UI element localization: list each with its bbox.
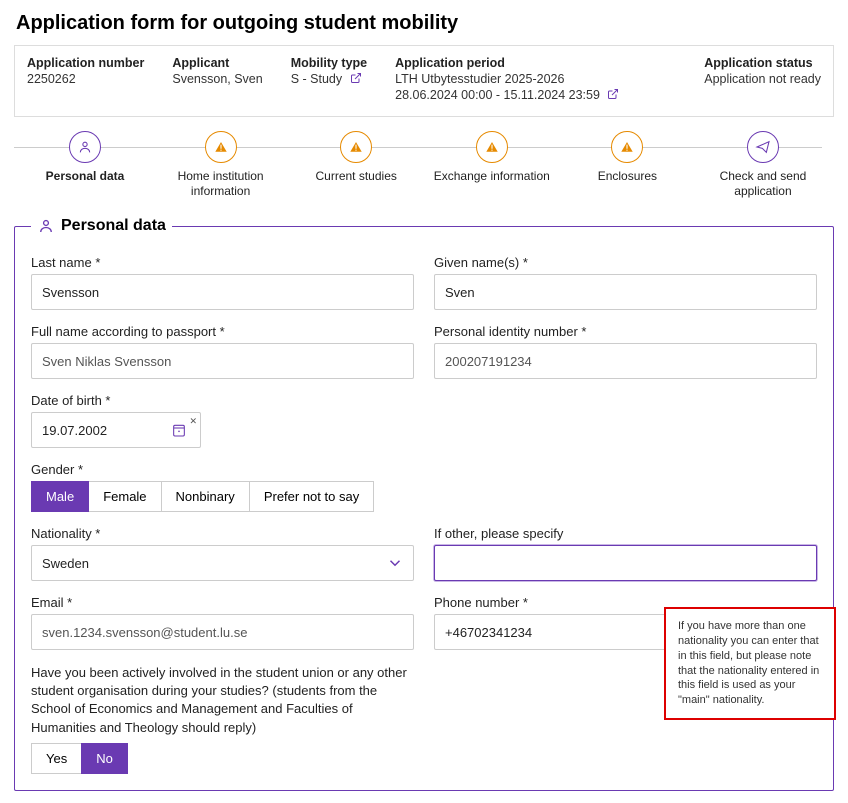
applicant-value: Svensson, Sven	[172, 72, 262, 86]
nationality-select[interactable]	[31, 545, 414, 581]
union-yes-button[interactable]: Yes	[31, 743, 82, 774]
warning-icon	[205, 131, 237, 163]
given-name-input[interactable]	[434, 274, 817, 310]
pin-input[interactable]	[434, 343, 817, 379]
stepper: Personal data Home institution informati…	[14, 131, 834, 199]
step-current-studies[interactable]: Current studies	[297, 131, 415, 184]
person-icon	[69, 131, 101, 163]
email-label: Email *	[31, 595, 414, 610]
pin-label: Personal identity number *	[434, 324, 817, 339]
send-icon	[747, 131, 779, 163]
chevron-down-icon[interactable]	[386, 554, 404, 572]
step-enclosures[interactable]: Enclosures	[568, 131, 686, 184]
warning-icon	[476, 131, 508, 163]
status-label: Application status	[704, 56, 821, 70]
section-title: Personal data	[61, 217, 166, 235]
app-number-label: Application number	[27, 56, 144, 70]
external-link-icon[interactable]	[350, 72, 362, 84]
warning-icon	[611, 131, 643, 163]
union-no-button[interactable]: No	[81, 743, 128, 774]
nationality-tooltip: If you have more than one nationality yo…	[664, 607, 836, 720]
app-number-value: 2250262	[27, 72, 144, 86]
gender-nonbinary-button[interactable]: Nonbinary	[161, 481, 250, 512]
clear-icon[interactable]: ✕	[189, 416, 197, 427]
gender-male-button[interactable]: Male	[31, 481, 89, 512]
gender-group: Male Female Nonbinary Prefer not to say	[31, 481, 414, 512]
page-title: Application form for outgoing student mo…	[16, 12, 834, 35]
warning-icon	[340, 131, 372, 163]
email-input[interactable]	[31, 614, 414, 650]
period-label: Application period	[395, 56, 676, 70]
gender-label: Gender *	[31, 462, 414, 477]
last-name-label: Last name *	[31, 255, 414, 270]
union-question-label: Have you been actively involved in the s…	[31, 664, 414, 737]
application-info-box: Application number 2250262 Applicant Sve…	[14, 45, 834, 117]
union-group: Yes No	[31, 743, 817, 774]
other-nationality-input[interactable]	[434, 545, 817, 581]
external-link-icon[interactable]	[607, 88, 619, 100]
step-personal-data[interactable]: Personal data	[26, 131, 144, 184]
step-check-and-send[interactable]: Check and send application	[704, 131, 822, 199]
gender-prefer-not-button[interactable]: Prefer not to say	[249, 481, 374, 512]
step-home-institution[interactable]: Home institution information	[162, 131, 280, 199]
last-name-input[interactable]	[31, 274, 414, 310]
status-value: Application not ready	[704, 72, 821, 86]
given-name-label: Given name(s) *	[434, 255, 817, 270]
dob-label: Date of birth *	[31, 393, 414, 408]
mobility-type-value: S - Study	[291, 72, 342, 86]
full-name-input[interactable]	[31, 343, 414, 379]
full-name-label: Full name according to passport *	[31, 324, 414, 339]
mobility-type-label: Mobility type	[291, 56, 367, 70]
calendar-icon[interactable]	[171, 422, 187, 438]
gender-female-button[interactable]: Female	[88, 481, 161, 512]
period-value-2: 28.06.2024 00:00 - 15.11.2024 23:59	[395, 88, 600, 102]
period-value-1: LTH Utbytesstudier 2025-2026	[395, 72, 676, 86]
person-icon	[37, 217, 55, 235]
nationality-label: Nationality *	[31, 526, 414, 541]
other-nationality-label: If other, please specify	[434, 526, 817, 541]
applicant-label: Applicant	[172, 56, 262, 70]
step-exchange-information[interactable]: Exchange information	[433, 131, 551, 184]
